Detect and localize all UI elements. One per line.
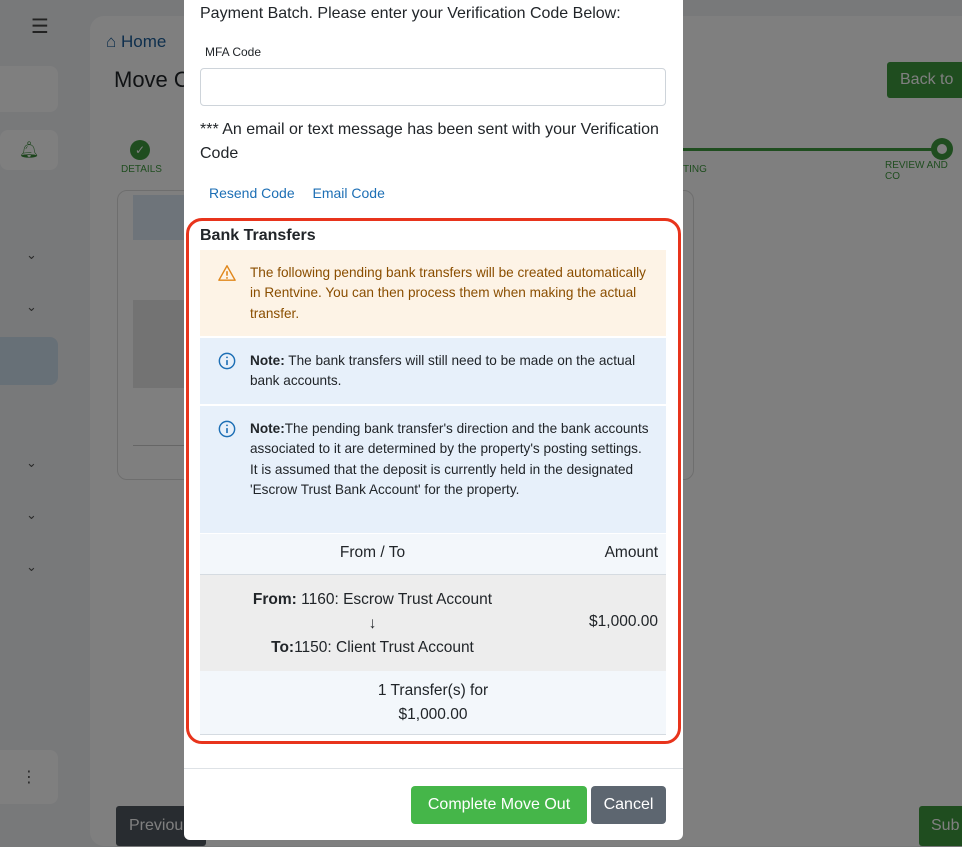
- mfa-modal: Payment Batch. Please enter your Verific…: [184, 0, 683, 840]
- note-text: The pending bank transfer's direction an…: [250, 421, 649, 498]
- table-row: From: 1160: Escrow Trust Account ↓ To:11…: [200, 575, 666, 671]
- from-account: 1160: Escrow Trust Account: [296, 591, 493, 608]
- transfers-table-header: From / To Amount: [200, 534, 666, 575]
- column-header-from-to: From / To: [339, 544, 406, 561]
- verify-instructions: Payment Batch. Please enter your Verific…: [200, 5, 621, 22]
- email-code-link[interactable]: Email Code: [313, 185, 385, 201]
- summary-total: $1,000.00: [398, 706, 468, 723]
- down-arrow-icon: ↓: [368, 615, 377, 632]
- note-label: Note:: [250, 353, 285, 368]
- modal-footer-divider: [184, 768, 683, 769]
- warning-alert: The following pending bank transfers wil…: [200, 250, 666, 336]
- resend-links: Resend Code Email Code: [209, 185, 399, 201]
- column-header-amount: Amount: [604, 544, 658, 561]
- bank-transfers-title: Bank Transfers: [200, 227, 316, 244]
- from-label: From:: [252, 591, 297, 608]
- info-icon: [218, 420, 236, 438]
- complete-move-out-button[interactable]: Complete Move Out: [411, 786, 587, 824]
- info-icon: [218, 352, 236, 370]
- note-text: The bank transfers will still need to be…: [250, 353, 636, 389]
- mfa-code-input[interactable]: [200, 68, 666, 106]
- to-account: 1150: Client Trust Account: [294, 639, 474, 656]
- transfer-from-to: From: 1160: Escrow Trust Account ↓ To:11…: [200, 588, 545, 660]
- transfers-summary: 1 Transfer(s) for $1,000.00: [200, 671, 666, 735]
- note-alert: Note:The pending bank transfer's directi…: [200, 406, 666, 533]
- warning-icon: [218, 265, 236, 281]
- note-alert: Note: The bank transfers will still need…: [200, 338, 666, 404]
- summary-count: 1 Transfer(s) for: [377, 682, 489, 699]
- note-label: Note:: [250, 421, 285, 436]
- warning-text: The following pending bank transfers wil…: [250, 265, 646, 321]
- resend-code-link[interactable]: Resend Code: [209, 185, 295, 201]
- mfa-code-label: MFA Code: [205, 45, 262, 59]
- cancel-button[interactable]: Cancel: [591, 786, 666, 824]
- to-label: To:: [271, 639, 295, 656]
- code-sent-message: *** An email or text message has been se…: [200, 121, 659, 162]
- transfer-amount: $1,000.00: [589, 613, 658, 630]
